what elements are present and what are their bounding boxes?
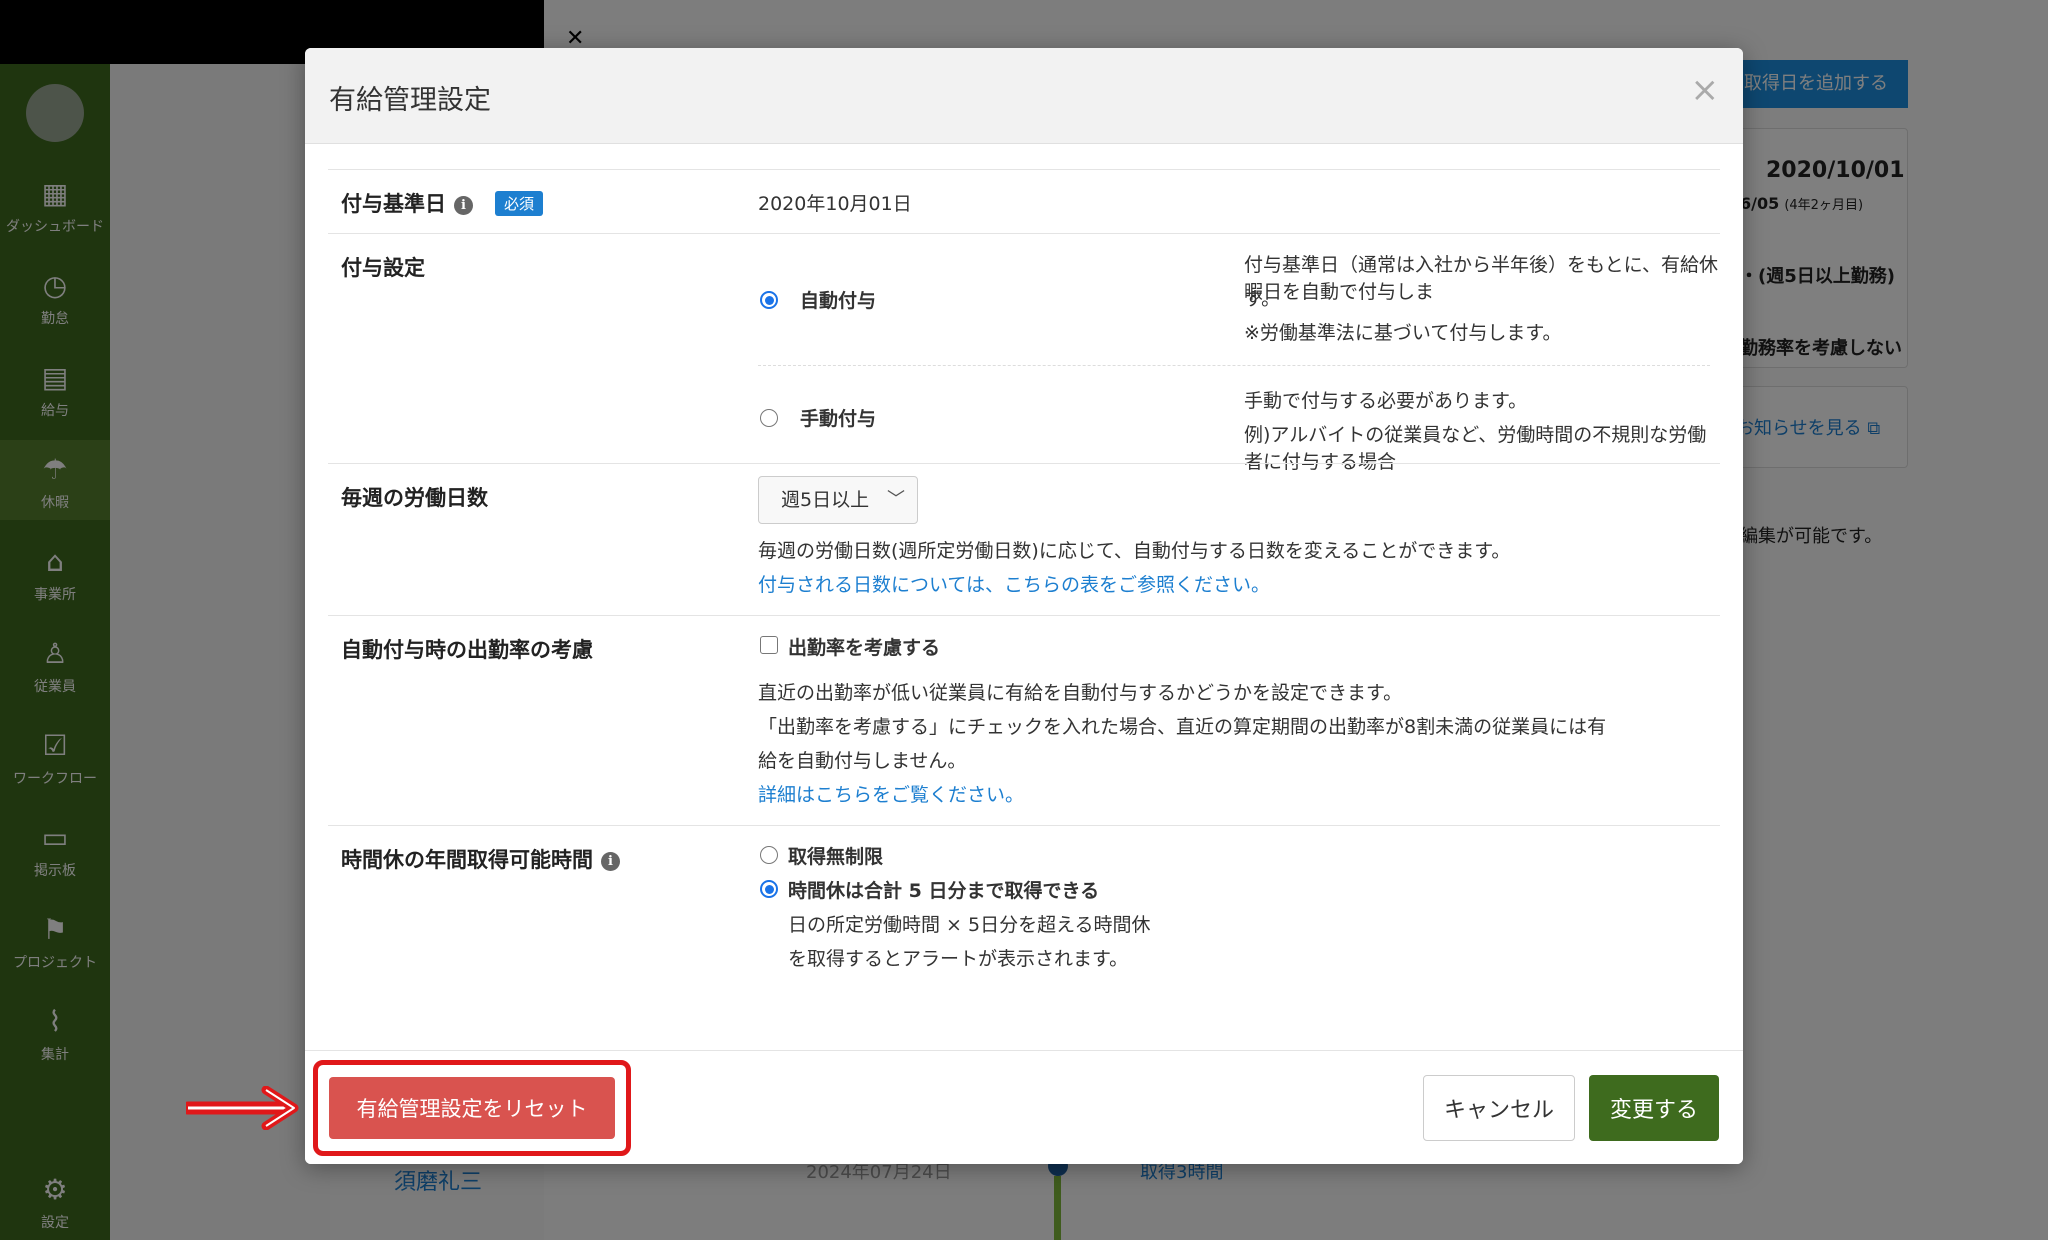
- required-badge: 必須: [495, 191, 544, 216]
- chevron-down-icon: ﹀: [887, 489, 905, 510]
- info-icon[interactable]: i: [454, 196, 473, 215]
- weekly-days-select[interactable]: 週5日以上 ﹀: [758, 476, 918, 524]
- grant-base-date-label: 付与基準日: [341, 192, 446, 216]
- manual-grant-desc-1: 手動で付与する必要があります。: [1244, 390, 1528, 412]
- limited-desc-1: 日の所定労働時間 × 5日分を超える時間休: [788, 914, 1151, 936]
- info-icon[interactable]: i: [601, 852, 620, 871]
- weekly-days-row: 毎週の労働日数 週5日以上 ﹀ 毎週の労働日数(週所定労働日数)に応じて、自動付…: [328, 463, 1720, 615]
- cancel-button[interactable]: キャンセル: [1423, 1075, 1575, 1141]
- auto-grant-radio[interactable]: [760, 291, 778, 309]
- red-arrow-icon: [186, 1086, 299, 1130]
- manual-grant-radio[interactable]: [760, 409, 778, 427]
- grant-base-date-value: 2020年10月01日: [758, 193, 912, 215]
- auto-grant-desc-2: す。: [1244, 288, 1281, 310]
- unlimited-radio[interactable]: [760, 846, 778, 864]
- limited-desc-2: を取得するとアラートが表示されます。: [788, 948, 1129, 970]
- attendance-checkbox[interactable]: [760, 636, 778, 654]
- unlimited-label[interactable]: 取得無制限: [788, 842, 883, 869]
- attendance-desc-2: 「出勤率を考慮する」にチェックを入れた場合、直近の算定期間の出勤率が8割未満の従…: [758, 716, 1607, 738]
- attendance-row: 自動付与時の出勤率の考慮 出勤率を考慮する 直近の出勤率が低い従業員に有給を自動…: [328, 615, 1720, 825]
- modal-title: 有給管理設定: [329, 85, 491, 116]
- grant-setting-row: 付与設定 自動付与 付与基準日（通常は入社から半年後）をもとに、有給休暇日を自動…: [328, 233, 1720, 473]
- limited-radio[interactable]: [760, 880, 778, 898]
- limited-label[interactable]: 時間休は合計 5 日分まで取得できる: [788, 876, 1099, 903]
- highlight-box: [313, 1060, 631, 1156]
- attendance-desc-3: 給を自動付与しません。: [758, 750, 967, 772]
- attendance-checkbox-label[interactable]: 出勤率を考慮する: [788, 633, 940, 660]
- divider: [758, 365, 1710, 366]
- weekly-days-desc: 毎週の労働日数(週所定労働日数)に応じて、自動付与する日数を変えることができます…: [758, 540, 1511, 562]
- grant-setting-label: 付与設定: [341, 256, 425, 280]
- leave-settings-modal: 有給管理設定 × 付与基準日 i 必須 2020年10月01日 付与設定 自動付与 …: [305, 48, 1743, 1164]
- attendance-link[interactable]: 詳細はこちらをご覧ください。: [758, 780, 1024, 807]
- attendance-label: 自動付与時の出勤率の考慮: [341, 638, 593, 662]
- attendance-desc-1: 直近の出勤率が低い従業員に有給を自動付与するかどうかを設定できます。: [758, 682, 1403, 704]
- hourly-leave-row: 時間休の年間取得可能時間 i 取得無制限 時間休は合計 5 日分まで取得できる 日…: [328, 825, 1720, 1025]
- weekly-days-link[interactable]: 付与される日数については、こちらの表をご参照ください。: [758, 570, 1270, 597]
- submit-button[interactable]: 変更する: [1589, 1075, 1719, 1141]
- modal-header: 有給管理設定 ×: [305, 48, 1743, 144]
- hourly-leave-label: 時間休の年間取得可能時間: [341, 848, 593, 872]
- auto-grant-desc-1: 付与基準日（通常は入社から半年後）をもとに、有給休暇日を自動で付与しま: [1244, 254, 1719, 303]
- close-icon[interactable]: ×: [1691, 70, 1720, 110]
- auto-grant-label[interactable]: 自動付与: [800, 286, 876, 313]
- manual-grant-label[interactable]: 手動付与: [800, 404, 876, 431]
- weekly-days-label: 毎週の労働日数: [341, 486, 488, 510]
- auto-grant-desc-3: ※労働基準法に基づいて付与します。: [1244, 322, 1562, 344]
- grant-base-date-row: 付与基準日 i 必須 2020年10月01日: [328, 169, 1720, 233]
